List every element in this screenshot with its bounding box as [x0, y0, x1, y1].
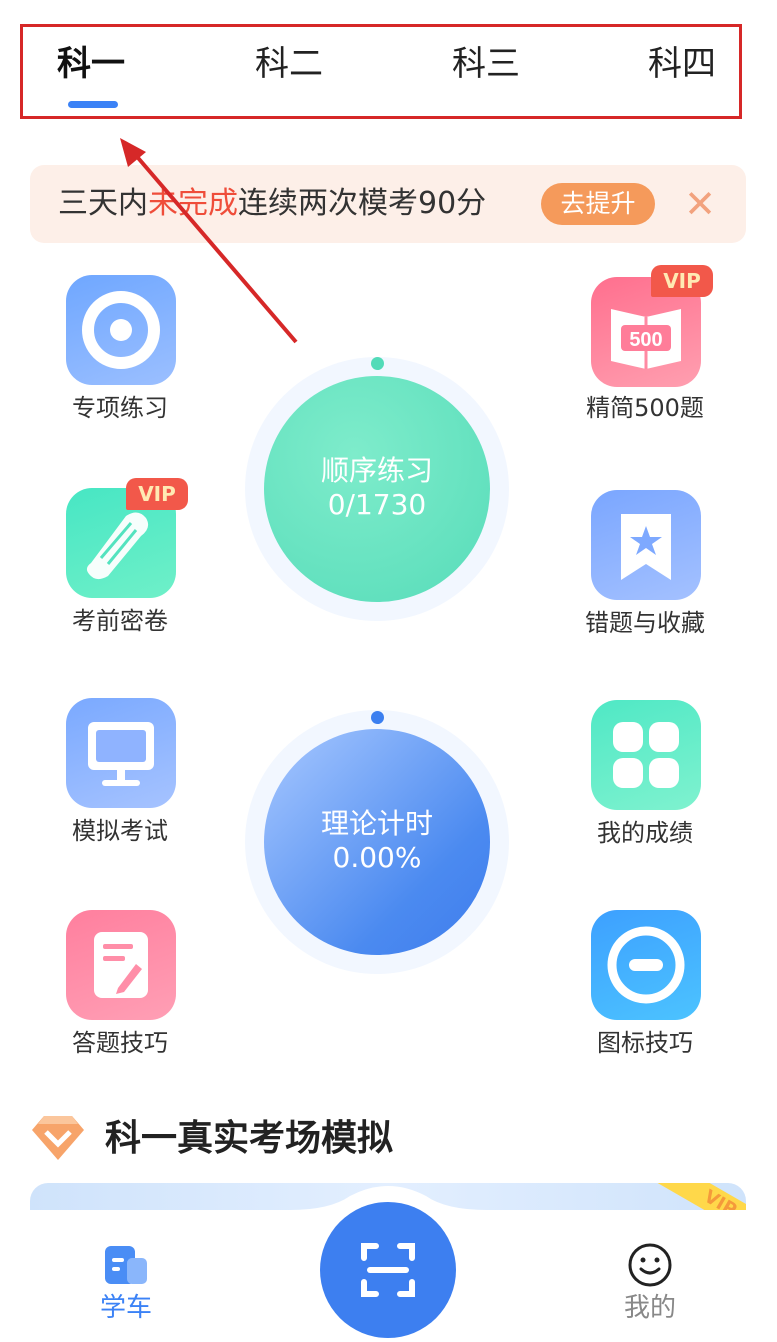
feature-exam-papers[interactable]: VIP 考前密卷 — [30, 478, 210, 638]
vip-badge: VIP — [651, 265, 713, 297]
diamond-icon — [30, 1112, 86, 1164]
monitor-icon — [66, 698, 176, 808]
close-icon[interactable]: ✕ — [683, 185, 717, 223]
nav-mine[interactable]: 我的 — [600, 1292, 700, 1324]
feature-label: 图标技巧 — [597, 1029, 693, 1057]
practice-title: 顺序练习 — [320, 454, 433, 487]
theory-progress-dot — [371, 711, 384, 724]
practice-progress: 0/1730 — [327, 488, 427, 521]
minus-circle-icon — [591, 910, 701, 1020]
scan-button[interactable] — [320, 1202, 456, 1338]
bookmark-star-icon — [591, 490, 701, 600]
feature-label: 我的成绩 — [597, 819, 693, 847]
banner-highlight: 未完成 — [148, 186, 238, 221]
feature-special-practice[interactable]: 专项练习 — [30, 275, 210, 425]
feature-label: 精简500题 — [586, 394, 704, 422]
grid-icon — [591, 700, 701, 810]
sequential-practice-button[interactable]: 顺序练习 0/1730 — [264, 376, 490, 602]
section-title: 科一真实考场模拟 — [105, 1118, 394, 1159]
vip-badge: VIP — [126, 478, 188, 510]
feature-label: 答题技巧 — [72, 1029, 168, 1057]
feature-label: 专项练习 — [72, 394, 168, 422]
feature-label: 错题与收藏 — [585, 609, 705, 637]
practice-progress-dot — [371, 357, 384, 370]
theory-progress: 0.00% — [332, 841, 422, 874]
feature-answer-tips[interactable]: 答题技巧 — [30, 910, 210, 1060]
smiley-icon[interactable] — [627, 1242, 673, 1288]
improve-button[interactable]: 去提升 — [541, 183, 655, 225]
banner-text: 三天内未完成连续两次模考90分 — [58, 186, 487, 221]
theory-title: 理论计时 — [320, 807, 433, 840]
nav-learn-car[interactable]: 学车 — [76, 1292, 176, 1324]
feature-wrong-and-favorites[interactable]: 错题与收藏 — [555, 490, 735, 640]
scan-icon — [361, 1243, 415, 1297]
feature-label: 模拟考试 — [72, 817, 168, 845]
annotation-highlight-box — [20, 24, 742, 119]
feature-my-scores[interactable]: 我的成绩 — [555, 700, 735, 850]
book-number: 500 — [629, 329, 662, 351]
note-pencil-icon — [66, 910, 176, 1020]
feature-sign-tips[interactable]: 图标技巧 — [555, 910, 735, 1060]
learn-car-icon[interactable] — [103, 1244, 149, 1286]
target-icon — [66, 275, 176, 385]
theory-timing-button[interactable]: 理论计时 0.00% — [264, 729, 490, 955]
feature-label: 考前密卷 — [72, 607, 168, 635]
feature-mock-exam[interactable]: 模拟考试 — [30, 698, 210, 848]
feature-500-questions[interactable]: 500 VIP 精简500题 — [555, 265, 735, 425]
